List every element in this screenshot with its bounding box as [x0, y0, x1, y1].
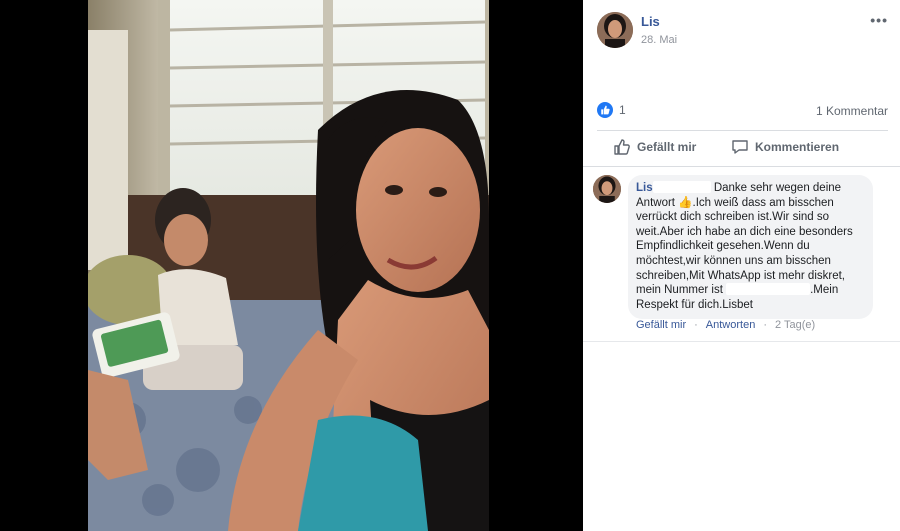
more-options-icon[interactable]: •••: [870, 12, 888, 28]
selfie-photo-illustration: [88, 0, 489, 531]
author-name[interactable]: Lis: [641, 14, 660, 29]
comment-text-part2: .Ich weiß dass am bisschen verrückt dich…: [636, 196, 853, 297]
comment-reply-link[interactable]: Antworten: [706, 319, 756, 331]
divider: [583, 341, 900, 342]
avatar-image: [597, 12, 633, 48]
like-button[interactable]: Gefällt mir: [613, 138, 696, 156]
screenshot-stage: Lis 28. Mai ••• 1 1 Kommentar Gefällt mi…: [0, 0, 900, 531]
redacted-phone-number: [726, 283, 811, 296]
avatar-image: [593, 175, 621, 203]
reaction-summary[interactable]: 1: [597, 102, 626, 118]
comment-icon: [732, 140, 748, 154]
author-avatar[interactable]: [597, 12, 633, 48]
comment-timestamp[interactable]: 2 Tag(e): [775, 319, 815, 331]
commenter-avatar[interactable]: [593, 175, 621, 203]
like-reaction-icon: [597, 102, 613, 118]
thumbs-up-icon: [614, 139, 630, 155]
post-date[interactable]: 28. Mai: [641, 34, 677, 46]
like-button-label: Gefällt mir: [637, 140, 697, 154]
comment-bubble: Lis Danke sehr wegen deine Antwort 👍.Ich…: [628, 175, 873, 320]
comment-button[interactable]: Kommentieren: [731, 138, 839, 156]
comment-actions: Gefällt mir · Antworten · 2 Tag(e): [636, 319, 815, 331]
divider: [597, 130, 888, 131]
comment-text: Lis Danke sehr wegen deine Antwort 👍.Ich…: [636, 181, 863, 312]
comment-button-label: Kommentieren: [755, 140, 840, 154]
comment-like-link[interactable]: Gefällt mir: [636, 319, 686, 331]
thumbs-up-emoji: 👍: [678, 196, 693, 209]
post-photo[interactable]: [88, 0, 489, 531]
divider: [583, 166, 900, 167]
separator-dot: ·: [763, 319, 767, 331]
redacted-name: [652, 181, 711, 193]
separator-dot: ·: [694, 319, 698, 331]
comment-author[interactable]: Lis: [636, 182, 653, 194]
reaction-count: 1: [619, 103, 626, 117]
post-side-panel: Lis 28. Mai ••• 1 1 Kommentar Gefällt mi…: [583, 0, 900, 531]
comment-count-link[interactable]: 1 Kommentar: [816, 104, 888, 118]
